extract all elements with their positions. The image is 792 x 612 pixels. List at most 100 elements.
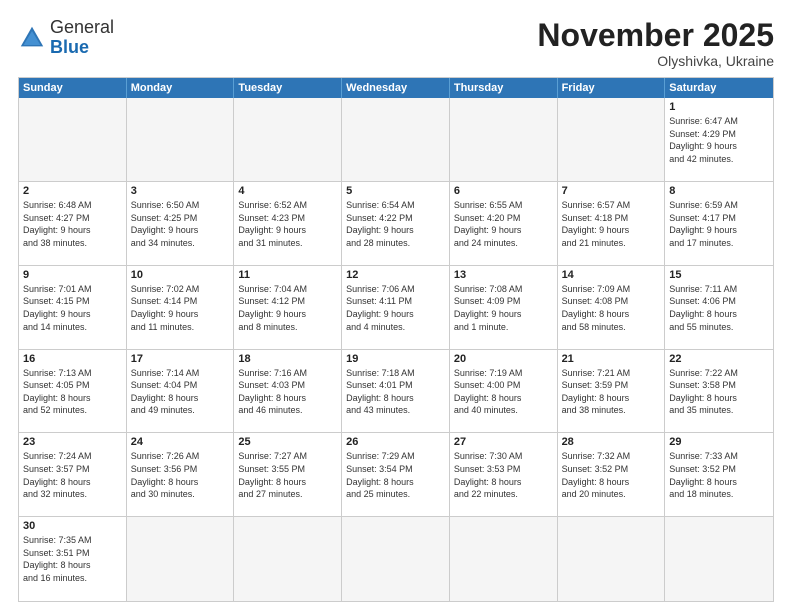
day-2: 2 Sunrise: 6:48 AM Sunset: 4:27 PM Daylig… <box>19 182 127 266</box>
day-number: 6 <box>454 185 553 197</box>
logo-general: General <box>50 18 114 38</box>
day-number: 30 <box>23 520 122 532</box>
empty-cell <box>234 517 342 601</box>
day-info: Sunrise: 7:13 AM Sunset: 4:05 PM Dayligh… <box>23 367 122 417</box>
day-number: 8 <box>669 185 769 197</box>
empty-cell <box>450 98 558 182</box>
day-14: 14Sunrise: 7:09 AM Sunset: 4:08 PM Dayli… <box>558 266 666 350</box>
calendar: SundayMondayTuesdayWednesdayThursdayFrid… <box>18 77 774 602</box>
day-26: 26Sunrise: 7:29 AM Sunset: 3:54 PM Dayli… <box>342 433 450 517</box>
day-number: 21 <box>562 353 661 365</box>
day-number: 15 <box>669 269 769 281</box>
day-number: 4 <box>238 185 337 197</box>
day-number: 25 <box>238 436 337 448</box>
page: General Blue November 2025 Olyshivka, Uk… <box>0 0 792 612</box>
day-number: 20 <box>454 353 553 365</box>
day-27: 27 Sunrise: 7:30 AM Sunset: 3:53 PM Dayli… <box>450 433 558 517</box>
day-info: Sunrise: 7:16 AM Sunset: 4:03 PM Dayligh… <box>238 367 337 417</box>
header: General Blue November 2025 Olyshivka, Uk… <box>18 18 774 69</box>
day-21: 21Sunrise: 7:21 AM Sunset: 3:59 PM Dayli… <box>558 350 666 434</box>
day-number: 11 <box>238 269 337 281</box>
day-info: Sunrise: 6:50 AM Sunset: 4:25 PM Dayligh… <box>131 199 230 249</box>
day-number: 19 <box>346 353 445 365</box>
header-wednesday: Wednesday <box>342 78 450 98</box>
day-18: 18 Sunrise: 7:16 AM Sunset: 4:03 PM Dayli… <box>234 350 342 434</box>
day-info: Sunrise: 6:47 AM Sunset: 4:29 PM Dayligh… <box>669 115 769 165</box>
empty-cell <box>665 517 773 601</box>
day-number: 2 <box>23 185 122 197</box>
day-9: 9 Sunrise: 7:01 AM Sunset: 4:15 PM Daylig… <box>19 266 127 350</box>
day-number: 29 <box>669 436 769 448</box>
day-info: Sunrise: 7:27 AM Sunset: 3:55 PM Dayligh… <box>238 450 337 500</box>
day-8: 8 Sunrise: 6:59 AM Sunset: 4:17 PM Daylig… <box>665 182 773 266</box>
day-info: Sunrise: 6:55 AM Sunset: 4:20 PM Dayligh… <box>454 199 553 249</box>
day-info: Sunrise: 7:32 AM Sunset: 3:52 PM Dayligh… <box>562 450 661 500</box>
day-number: 9 <box>23 269 122 281</box>
day-number: 1 <box>669 101 769 113</box>
location: Olyshivka, Ukraine <box>537 53 774 69</box>
day-number: 5 <box>346 185 445 197</box>
empty-cell <box>127 98 235 182</box>
day-17: 17 Sunrise: 7:14 AM Sunset: 4:04 PM Dayli… <box>127 350 235 434</box>
day-number: 22 <box>669 353 769 365</box>
day-info: Sunrise: 7:02 AM Sunset: 4:14 PM Dayligh… <box>131 283 230 333</box>
day-number: 14 <box>562 269 661 281</box>
day-info: Sunrise: 7:35 AM Sunset: 3:51 PM Dayligh… <box>23 534 122 584</box>
empty-cell <box>234 98 342 182</box>
day-28: 28 Sunrise: 7:32 AM Sunset: 3:52 PM Dayli… <box>558 433 666 517</box>
day-1: 1 Sunrise: 6:47 AM Sunset: 4:29 PM Daylig… <box>665 98 773 182</box>
day-info: Sunrise: 7:29 AM Sunset: 3:54 PM Dayligh… <box>346 450 445 500</box>
day-number: 28 <box>562 436 661 448</box>
calendar-body: 1 Sunrise: 6:47 AM Sunset: 4:29 PM Daylig… <box>19 98 773 601</box>
day-number: 3 <box>131 185 230 197</box>
day-7: 7Sunrise: 6:57 AM Sunset: 4:18 PM Daylig… <box>558 182 666 266</box>
day-3: 3 Sunrise: 6:50 AM Sunset: 4:25 PM Daylig… <box>127 182 235 266</box>
day-number: 17 <box>131 353 230 365</box>
day-number: 18 <box>238 353 337 365</box>
day-info: Sunrise: 7:04 AM Sunset: 4:12 PM Dayligh… <box>238 283 337 333</box>
month-title: November 2025 <box>537 18 774 53</box>
day-13: 13Sunrise: 7:08 AM Sunset: 4:09 PM Dayli… <box>450 266 558 350</box>
day-number: 27 <box>454 436 553 448</box>
day-info: Sunrise: 7:30 AM Sunset: 3:53 PM Dayligh… <box>454 450 553 500</box>
day-number: 16 <box>23 353 122 365</box>
header-tuesday: Tuesday <box>234 78 342 98</box>
empty-cell <box>342 517 450 601</box>
day-info: Sunrise: 7:01 AM Sunset: 4:15 PM Dayligh… <box>23 283 122 333</box>
day-info: Sunrise: 7:26 AM Sunset: 3:56 PM Dayligh… <box>131 450 230 500</box>
day-info: Sunrise: 7:08 AM Sunset: 4:09 PM Dayligh… <box>454 283 553 333</box>
day-22: 22Sunrise: 7:22 AM Sunset: 3:58 PM Dayli… <box>665 350 773 434</box>
empty-cell <box>19 98 127 182</box>
day-4: 4 Sunrise: 6:52 AM Sunset: 4:23 PM Daylig… <box>234 182 342 266</box>
empty-cell <box>127 517 235 601</box>
title-block: November 2025 Olyshivka, Ukraine <box>537 18 774 69</box>
empty-cell <box>558 98 666 182</box>
day-info: Sunrise: 7:11 AM Sunset: 4:06 PM Dayligh… <box>669 283 769 333</box>
day-30: 30 Sunrise: 7:35 AM Sunset: 3:51 PM Dayli… <box>19 517 127 601</box>
day-5: 5 Sunrise: 6:54 AM Sunset: 4:22 PM Daylig… <box>342 182 450 266</box>
day-info: Sunrise: 6:52 AM Sunset: 4:23 PM Dayligh… <box>238 199 337 249</box>
day-info: Sunrise: 6:57 AM Sunset: 4:18 PM Dayligh… <box>562 199 661 249</box>
header-sunday: Sunday <box>19 78 127 98</box>
header-friday: Friday <box>558 78 666 98</box>
empty-cell <box>450 517 558 601</box>
day-25: 25 Sunrise: 7:27 AM Sunset: 3:55 PM Dayli… <box>234 433 342 517</box>
day-info: Sunrise: 7:14 AM Sunset: 4:04 PM Dayligh… <box>131 367 230 417</box>
logo-text: General Blue <box>50 18 114 58</box>
day-info: Sunrise: 6:54 AM Sunset: 4:22 PM Dayligh… <box>346 199 445 249</box>
day-info: Sunrise: 6:48 AM Sunset: 4:27 PM Dayligh… <box>23 199 122 249</box>
day-20: 20 Sunrise: 7:19 AM Sunset: 4:00 PM Dayli… <box>450 350 558 434</box>
header-monday: Monday <box>127 78 235 98</box>
empty-cell <box>342 98 450 182</box>
day-number: 23 <box>23 436 122 448</box>
day-info: Sunrise: 6:59 AM Sunset: 4:17 PM Dayligh… <box>669 199 769 249</box>
day-info: Sunrise: 7:33 AM Sunset: 3:52 PM Dayligh… <box>669 450 769 500</box>
logo: General Blue <box>18 18 114 58</box>
logo-icon <box>18 24 46 52</box>
empty-cell <box>558 517 666 601</box>
day-29: 29 Sunrise: 7:33 AM Sunset: 3:52 PM Dayli… <box>665 433 773 517</box>
day-info: Sunrise: 7:19 AM Sunset: 4:00 PM Dayligh… <box>454 367 553 417</box>
calendar-header: SundayMondayTuesdayWednesdayThursdayFrid… <box>19 78 773 98</box>
day-15: 15 Sunrise: 7:11 AM Sunset: 4:06 PM Dayli… <box>665 266 773 350</box>
header-thursday: Thursday <box>450 78 558 98</box>
